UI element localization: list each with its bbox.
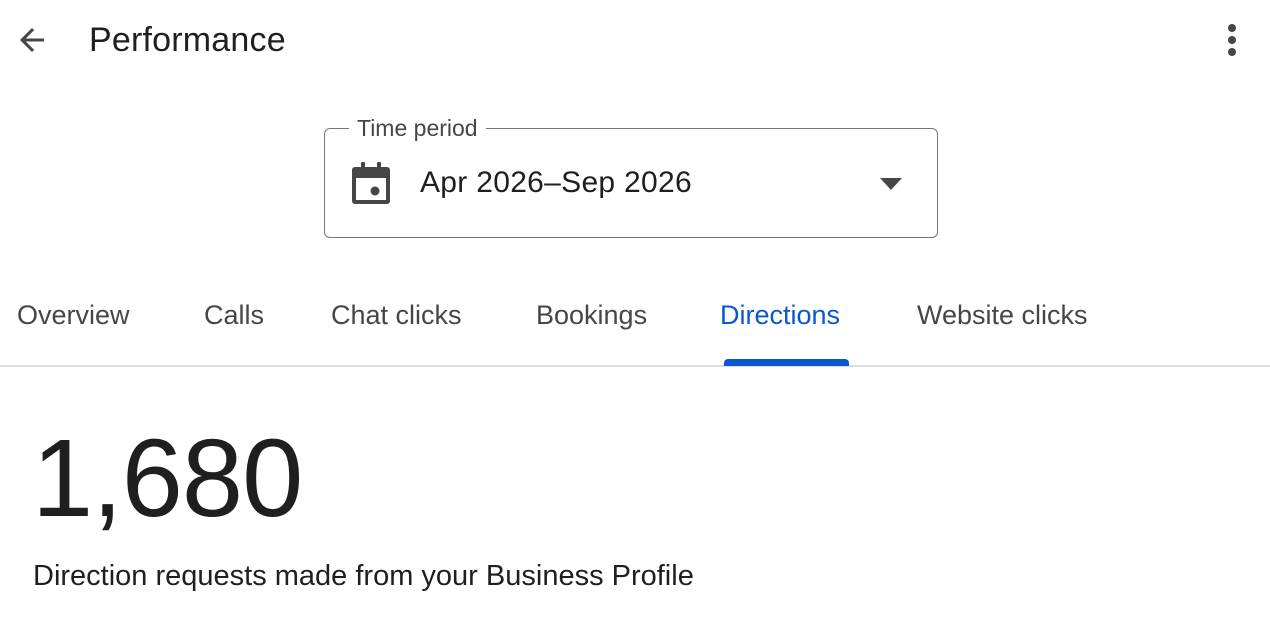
tab-overview[interactable]: Overview [17,298,130,332]
calendar-icon [352,162,390,204]
time-period-select[interactable]: Time period Apr 2026–Sep 2026 [324,114,938,238]
tab-directions[interactable]: Directions [720,298,840,332]
tab-chat-clicks[interactable]: Chat clicks [331,298,462,332]
more-vert-icon [1228,24,1236,56]
page-title: Performance [89,21,286,59]
tab-bookings[interactable]: Bookings [536,298,647,332]
more-options-button[interactable] [1208,18,1256,62]
arrow-back-icon [20,28,44,52]
arrow-drop-down-icon [880,178,902,190]
active-tab-indicator [724,359,849,366]
time-period-value: Apr 2026–Sep 2026 [420,166,692,199]
top-app-bar: Performance [0,0,1270,82]
tab-website-clicks[interactable]: Website clicks [917,298,1088,332]
back-button[interactable] [8,18,56,62]
tab-calls[interactable]: Calls [204,298,264,332]
time-period-label: Time period [349,114,486,142]
metric-caption: Direction requests made from your Busine… [33,560,694,592]
metric-value: 1,680 [32,417,303,540]
tab-bar: Overview Calls Chat clicks Bookings Dire… [0,268,1270,367]
